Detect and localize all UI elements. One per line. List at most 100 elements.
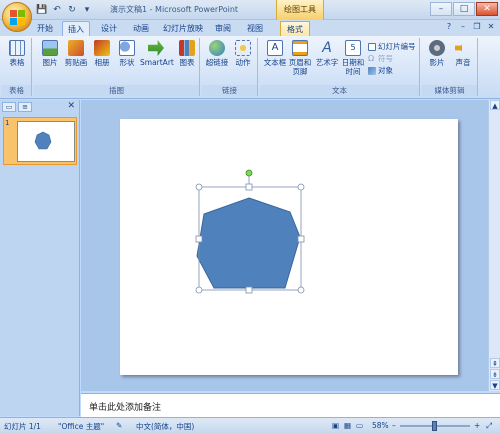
header-footer-icon (292, 40, 308, 56)
slide-number-button[interactable]: 幻灯片编号 (368, 42, 416, 52)
fit-window-icon[interactable]: ⤢ (486, 421, 492, 431)
group-media: 影片 声音 媒体剪辑 (422, 38, 478, 96)
action-button[interactable]: 动作 (230, 40, 256, 67)
spellcheck-icon[interactable]: ✎ (116, 421, 122, 430)
slide-shape-layer (195, 169, 305, 294)
quick-access-toolbar: 💾 ↶ ↻ ▾ (36, 3, 93, 17)
ribbon-right-icons: ? – ❐ ✕ (444, 22, 496, 32)
minimize-ribbon-icon[interactable]: – (458, 22, 468, 32)
group-links: 超链接 动作 链接 (202, 38, 258, 96)
group-label-text: 文本 (260, 85, 419, 96)
tab-design[interactable]: 设计 (98, 21, 120, 36)
slide-thumbnail-number: 1 (5, 119, 10, 127)
table-button[interactable]: 表格 (4, 40, 30, 67)
clipart-button[interactable]: 剪贴画 (63, 40, 89, 67)
group-table: 表格 表格 (2, 38, 32, 96)
group-label-illustrations: 插图 (34, 85, 199, 96)
picture-icon (42, 40, 58, 56)
tab-view[interactable]: 视图 (244, 21, 266, 36)
header-footer-button[interactable]: 页眉和页脚 (288, 40, 312, 76)
sorter-view-icon[interactable]: ▦ (344, 421, 351, 430)
hyperlink-button[interactable]: 超链接 (204, 40, 230, 67)
album-button[interactable]: 相册 (89, 40, 115, 67)
object-button[interactable]: 对象 (368, 66, 393, 76)
window-controls: – □ ✕ (430, 2, 498, 16)
undo-icon[interactable]: ↶ (51, 4, 63, 16)
hyperlink-globe-icon (209, 40, 225, 56)
vertical-scrollbar[interactable]: ▲ ⇞ ⇟ ▼ (488, 100, 500, 391)
scroll-up-icon[interactable]: ▲ (490, 100, 500, 110)
tab-review[interactable]: 审阅 (212, 21, 234, 36)
close-button[interactable]: ✕ (476, 2, 498, 16)
slide-thumbnail-selected[interactable]: 1 (3, 117, 77, 165)
status-bar: 幻灯片 1/1 "Office 主题" ✎ 中文(简体，中国) ▣ ▦ ▭ 58… (0, 417, 500, 434)
tab-home[interactable]: 开始 (34, 21, 56, 36)
group-label-media: 媒体剪辑 (422, 85, 477, 96)
qat-dropdown-icon[interactable]: ▾ (81, 4, 93, 16)
zoom-in-icon[interactable]: + (474, 421, 480, 430)
language-indicator[interactable]: 中文(简体，中国) (136, 421, 194, 432)
outline-tab[interactable]: ≡ (18, 102, 32, 112)
thumbnail-heptagon-shape (34, 131, 52, 150)
office-logo-icon (10, 10, 25, 25)
slides-pane: ▭ ≡ ✕ 1 (0, 100, 80, 416)
table-icon (9, 40, 25, 56)
symbol-button[interactable]: Ω 符号 (368, 54, 393, 64)
tab-animation[interactable]: 动画 (130, 21, 152, 36)
sound-button[interactable]: 声音 (450, 40, 476, 67)
tab-slideshow[interactable]: 幻灯片放映 (162, 21, 204, 36)
maximize-button[interactable]: □ (453, 2, 475, 16)
group-label-table: 表格 (2, 85, 31, 96)
scroll-down-icon[interactable]: ▼ (490, 380, 500, 390)
zoom-slider-knob[interactable] (432, 421, 437, 431)
group-label-links: 链接 (202, 85, 257, 96)
notes-placeholder: 单击此处添加备注 (89, 403, 162, 413)
omega-icon: Ω (368, 54, 375, 63)
pane-tabs: ▭ ≡ (2, 102, 32, 112)
slide-editing-area: ▲ ⇞ ⇟ ▼ (81, 100, 500, 391)
chart-icon (179, 40, 195, 56)
office-button[interactable] (2, 2, 32, 32)
zoom-level[interactable]: 58% (372, 421, 389, 430)
picture-button[interactable]: 图片 (37, 40, 63, 67)
normal-view-icon[interactable]: ▣ (332, 421, 339, 430)
ribbon-tabs: 开始 插入 设计 动画 幻灯片放映 审阅 视图 格式 ? – ❐ ✕ (0, 20, 500, 37)
redo-icon[interactable]: ↻ (66, 4, 78, 16)
save-icon[interactable]: 💾 (36, 4, 48, 16)
ribbon-close-icon[interactable]: ✕ (486, 22, 496, 32)
smartart-icon (148, 40, 164, 56)
slide-canvas[interactable] (120, 119, 458, 375)
calendar-icon: 5 (345, 40, 361, 56)
tab-format[interactable]: 格式 (280, 21, 310, 36)
prev-slide-icon[interactable]: ⇞ (490, 358, 500, 368)
heptagon-shape (196, 197, 301, 289)
textbox-button[interactable]: A 文本框 (262, 40, 288, 67)
zoom-slider[interactable] (400, 421, 470, 431)
slideshow-view-icon[interactable]: ▭ (356, 421, 363, 430)
zoom-out-icon[interactable]: – (392, 421, 396, 430)
help-icon[interactable]: ? (444, 22, 454, 32)
rotation-handle (245, 169, 253, 177)
object-icon (368, 67, 376, 75)
window-title: 演示文稿1 - Microsoft PowerPoint (110, 5, 239, 14)
tab-insert[interactable]: 插入 (62, 21, 90, 37)
restore-icon[interactable]: ❐ (472, 22, 482, 32)
notes-pane[interactable]: 单击此处添加备注 (81, 393, 500, 417)
pane-close-icon[interactable]: ✕ (67, 101, 75, 111)
datetime-button[interactable]: 5 日期和时间 (340, 40, 366, 76)
group-illustrations: 图片 剪贴画 相册 形状 SmartArt 图表 插图 (34, 38, 200, 96)
drawing-tools-label: 绘图工具 (276, 0, 324, 20)
next-slide-icon[interactable]: ⇟ (490, 369, 500, 379)
chart-button[interactable]: 图表 (174, 40, 200, 67)
wordart-button[interactable]: A 艺术字 (314, 40, 340, 67)
slides-tab[interactable]: ▭ (2, 102, 16, 112)
action-icon (235, 40, 251, 56)
shapes-button[interactable]: 形状 (114, 40, 140, 67)
speaker-icon (455, 40, 468, 56)
theme-name[interactable]: "Office 主题" (58, 421, 104, 432)
movie-button[interactable]: 影片 (424, 40, 450, 67)
slide-thumbnail (17, 121, 75, 162)
shapes-icon (119, 40, 135, 56)
smartart-button[interactable]: SmartArt (140, 40, 174, 67)
minimize-button[interactable]: – (430, 2, 452, 16)
